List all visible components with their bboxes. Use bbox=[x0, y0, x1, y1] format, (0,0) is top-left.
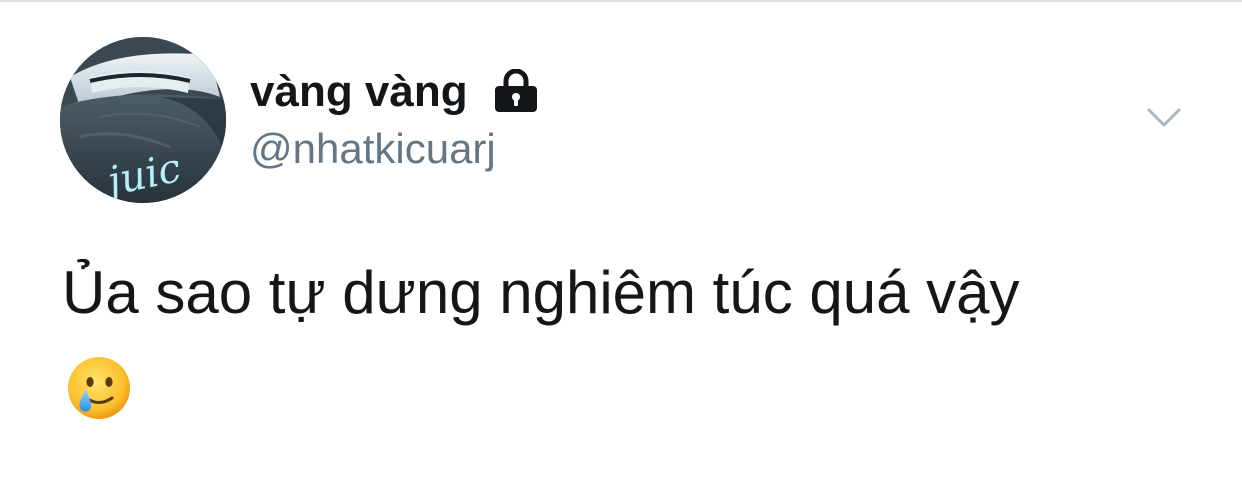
avatar[interactable]: juic bbox=[60, 37, 226, 203]
lock-icon bbox=[495, 69, 537, 112]
smiling-face-with-tear-icon bbox=[68, 357, 130, 419]
top-divider bbox=[0, 0, 1242, 2]
chevron-down-icon[interactable] bbox=[1146, 106, 1182, 130]
tweet-text: Ủa sao tự dưng nghiêm túc quá vậy bbox=[62, 259, 1020, 326]
display-name[interactable]: vàng vàng bbox=[250, 66, 468, 118]
avatar-image: juic bbox=[60, 37, 226, 203]
user-handle[interactable]: @nhatkicuarj bbox=[250, 124, 496, 174]
